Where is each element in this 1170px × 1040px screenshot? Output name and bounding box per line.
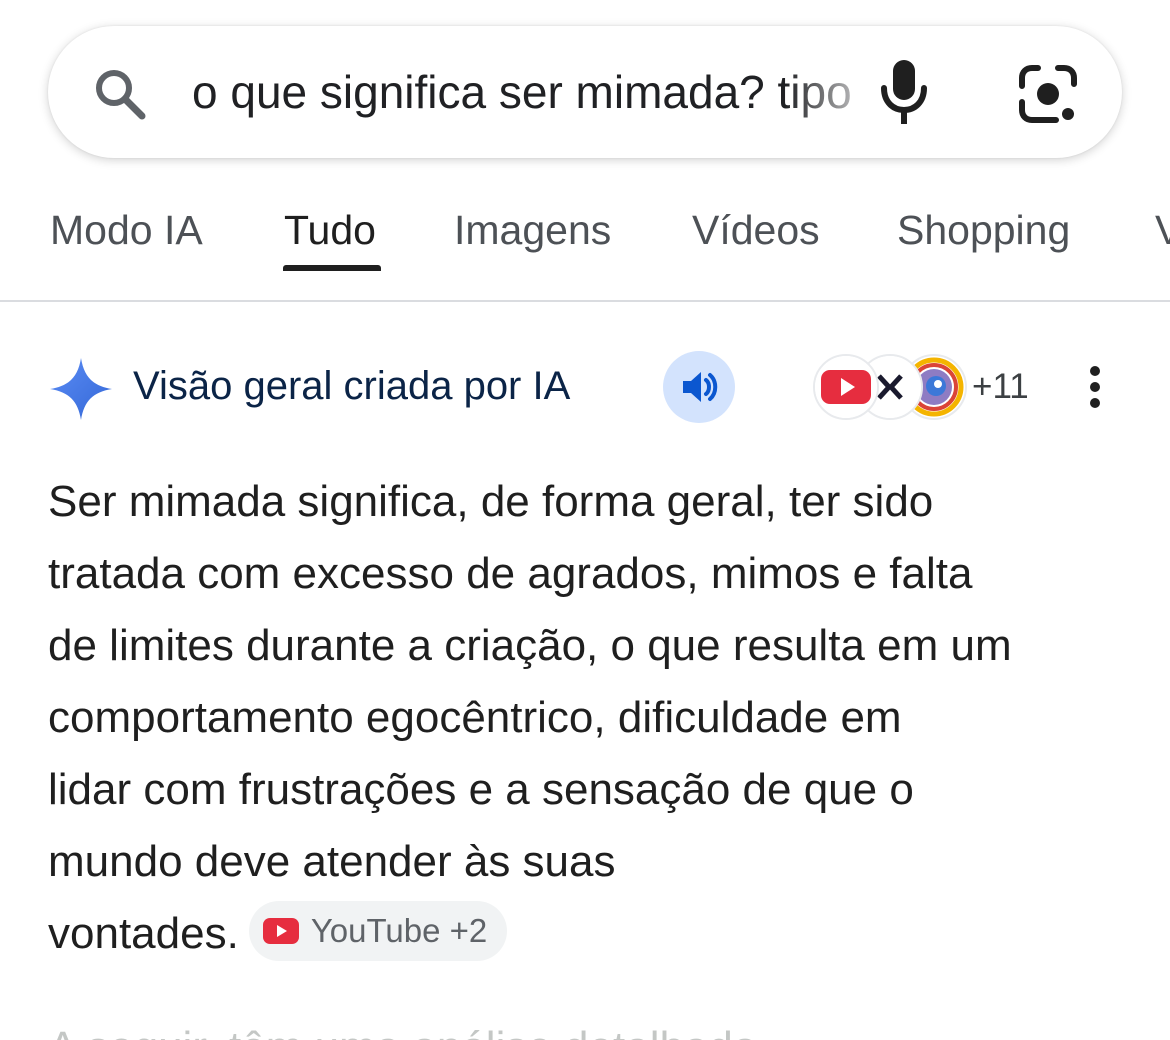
citation-chip[interactable]: YouTube +2	[248, 901, 508, 962]
more-options-icon[interactable]	[1080, 364, 1110, 410]
tab-modo-ia[interactable]: Modo IA	[50, 206, 203, 254]
answer-line: de limites durante a criação, o que resu…	[48, 621, 1012, 670]
sources-more-count[interactable]: +11	[972, 366, 1029, 408]
source-avatars[interactable]	[813, 354, 973, 420]
answer-line-last: vontades. YouTube +2	[48, 898, 1138, 970]
google-lens-icon[interactable]	[1016, 62, 1080, 126]
ai-overview-answer: Ser mimada significa, de forma geral, te…	[48, 466, 1138, 970]
tab-shopping[interactable]: Shopping	[897, 206, 1070, 254]
citation-chip-label: YouTube +2	[310, 912, 488, 950]
search-input[interactable]: o que significa ser mimada? tipo	[192, 60, 882, 124]
answer-line: vontades.	[48, 909, 239, 958]
sparkle-icon	[50, 358, 112, 420]
speaker-icon	[683, 372, 718, 402]
next-paragraph-line: A seguir, têm uma análise detalhada	[48, 1020, 757, 1040]
mic-icon[interactable]	[876, 56, 932, 128]
answer-line: mundo deve atender às suas	[48, 837, 616, 886]
listen-button[interactable]	[663, 351, 735, 423]
answer-line: tratada com excesso de agrados, mimos e …	[48, 549, 973, 598]
search-tabs: Modo IA Tudo Imagens Vídeos Shopping V	[0, 180, 1170, 302]
active-tab-indicator	[283, 265, 381, 271]
ai-overview-title: Visão geral criada por IA	[133, 364, 571, 408]
youtube-icon	[813, 354, 879, 420]
search-bar[interactable]: o que significa ser mimada? tipo	[48, 26, 1122, 158]
youtube-icon	[262, 918, 299, 945]
tab-imagens[interactable]: Imagens	[454, 206, 611, 254]
tab-videos[interactable]: Vídeos	[692, 206, 820, 254]
answer-line: lidar com frustrações e a sensação de qu…	[48, 765, 914, 814]
search-query-text: o que significa ser mimada? tipo	[192, 66, 852, 118]
search-icon[interactable]	[90, 64, 150, 124]
ai-overview-header: Visão geral criada por IA +11	[0, 340, 1170, 432]
answer-line: comportamento egocêntrico, dificuldade e…	[48, 693, 902, 742]
tab-tudo[interactable]: Tudo	[284, 206, 376, 254]
tab-next[interactable]: V	[1155, 206, 1170, 254]
answer-line: Ser mimada significa, de forma geral, te…	[48, 477, 934, 526]
